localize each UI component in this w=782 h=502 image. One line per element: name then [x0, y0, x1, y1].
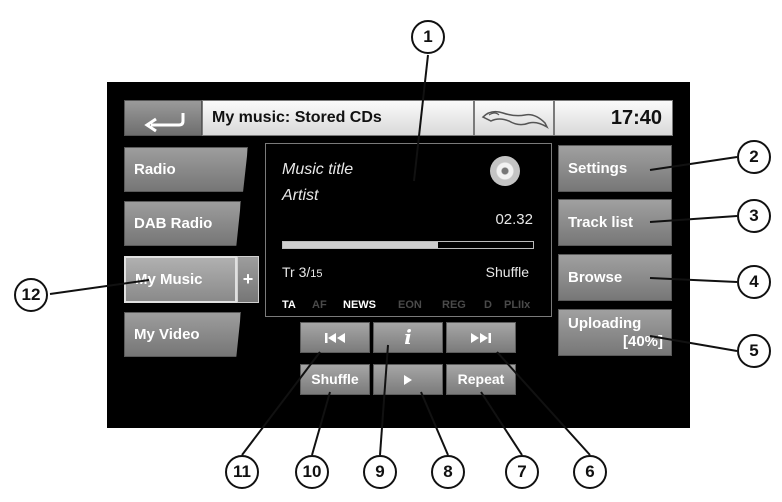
callout-10: 10	[295, 455, 329, 489]
callout-12: 12	[14, 278, 48, 312]
callout-leader-lines	[49, 54, 738, 456]
callout-4: 4	[737, 265, 771, 299]
callout-1: 1	[411, 20, 445, 54]
callout-3: 3	[737, 199, 771, 233]
callout-11: 11	[225, 455, 259, 489]
callout-8: 8	[431, 455, 465, 489]
callout-5: 5	[737, 334, 771, 368]
callout-7: 7	[505, 455, 539, 489]
callout-2: 2	[737, 140, 771, 174]
callout-6: 6	[573, 455, 607, 489]
callout-9: 9	[363, 455, 397, 489]
